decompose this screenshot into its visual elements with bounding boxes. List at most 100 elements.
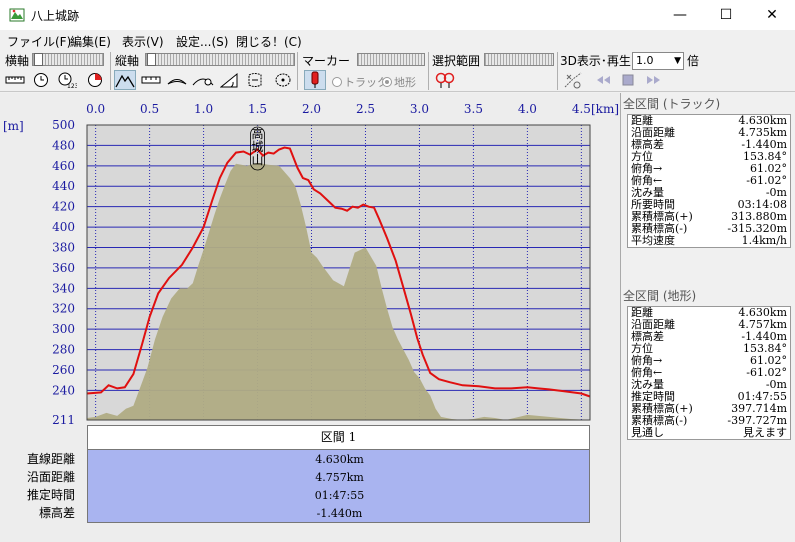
track-section-title: 全区間 (トラック) — [623, 97, 721, 111]
toolbar-separator — [557, 52, 558, 90]
flat-ruler-icon[interactable] — [140, 70, 162, 90]
close-button[interactable]: ✕ — [749, 0, 795, 30]
menu-bar: ファイル(F) 編集(E) 表示(V) 設定...(S) 閉じる！(C) — [0, 30, 795, 50]
x-tick-label: 1.0 — [194, 102, 213, 116]
marker-slider[interactable] — [357, 53, 425, 66]
rewind-icon[interactable] — [592, 70, 614, 90]
arc-ruler-icon[interactable] — [166, 70, 188, 90]
summary-header[interactable]: 区間 1 — [87, 425, 590, 450]
tate-slider-knob[interactable] — [147, 53, 156, 66]
x-tick-label: 4.0 — [518, 102, 537, 116]
fast-forward-icon[interactable] — [643, 70, 665, 90]
clock-icon[interactable] — [30, 70, 52, 90]
menu-close[interactable]: 閉じる！(C) — [236, 33, 302, 50]
clock-123-icon[interactable]: 123 — [56, 70, 78, 90]
y-tick-label: 440 — [52, 179, 75, 193]
stat-key: 見通し — [631, 426, 664, 439]
3d-path-icon[interactable] — [562, 70, 584, 90]
ruler-icon[interactable] — [4, 70, 26, 90]
summary-label-direct: 直線距離 — [26, 452, 75, 466]
view3d-label: 3D表示･再生 — [560, 54, 631, 68]
yoko-slider-knob[interactable] — [34, 53, 43, 66]
selection-slider[interactable] — [484, 53, 554, 66]
y-tick-label: 480 — [52, 138, 75, 152]
y-tick-label: 420 — [52, 200, 75, 214]
tate-axis-label: 縦軸 — [115, 54, 140, 68]
marker-label: マーカー — [302, 54, 351, 68]
minimize-button[interactable]: — — [657, 0, 703, 30]
radio-terrain-label: 地形 — [394, 76, 416, 89]
y-tick-label: 260 — [52, 363, 75, 377]
y-tick-label: 400 — [52, 220, 75, 234]
app-icon — [9, 8, 25, 22]
x-tick-label: 0.0 — [86, 102, 105, 116]
toolbar-separator — [428, 52, 429, 90]
y-tick-label: 320 — [52, 302, 75, 316]
track-stats-table: 距離 4.630km 沿面距離 4.735km 標高差 -1.440m 方位 153.84° 俯… — [627, 114, 791, 248]
yoko-axis-label: 横軸 — [5, 54, 30, 68]
x-tick-label: 4.5 — [572, 102, 591, 116]
dotted-bracket-icon[interactable] — [244, 70, 266, 90]
x-tick-label: 3.0 — [410, 102, 429, 116]
toolbar-separator — [297, 52, 298, 90]
pie-clock-icon[interactable] — [84, 70, 106, 90]
stats-panel: 全区間 (トラック) 距離 4.630km 沿面距離 4.735km 標高差 -1.440… — [620, 93, 795, 542]
menu-view[interactable]: 表示(V) — [122, 33, 164, 50]
stat-row: 平均速度 1.4km/h — [628, 235, 790, 247]
y-tick-label: 380 — [52, 240, 75, 254]
summary-label-elev: 標高差 — [38, 506, 75, 520]
y-tick-label: 340 — [52, 281, 75, 295]
maximize-button[interactable]: ☐ — [703, 0, 749, 30]
y-tick-label: 500 — [52, 118, 75, 132]
stop-icon[interactable] — [617, 70, 639, 90]
tate-slider[interactable] — [145, 53, 295, 66]
y-tick-label: 300 — [52, 322, 75, 336]
marker-pin-icon[interactable] — [304, 70, 326, 90]
speed-value: 1.0 — [636, 54, 654, 67]
stat-row: 見通し 見えます — [628, 427, 790, 439]
x-tick-label: 3.5 — [464, 102, 483, 116]
summary-label-time: 推定時間 — [26, 488, 75, 502]
dotted-ellipse-icon[interactable] — [272, 70, 294, 90]
y-tick-labels: 500 480 460 440 420 400 380 360 340 320 300 280 260 2… — [52, 118, 75, 427]
menu-file[interactable]: ファイル(F) — [7, 33, 71, 50]
summary-value-direct: 4.630km — [315, 453, 364, 466]
summit-marker[interactable]: 高城山 — [250, 126, 265, 171]
mountain-profile-icon[interactable] — [114, 70, 136, 90]
range-markers-icon[interactable] — [434, 70, 456, 90]
menu-settings[interactable]: 設定...(S) — [176, 33, 228, 50]
svg-text:123: 123 — [67, 83, 77, 89]
x-tick-label: 2.0 — [302, 102, 321, 116]
summit-label-char: 山 — [252, 153, 264, 167]
summary-panel: 区間 1 4.630km 4.757km 01:47:55 -1.440m — [87, 425, 590, 523]
x-axis-unit: [km] — [591, 102, 619, 116]
y-axis-unit: [m] — [3, 119, 24, 133]
x-tick-label: 2.5 — [356, 102, 375, 116]
stat-value: 1.4km/h — [741, 234, 787, 247]
arc-dial-icon[interactable] — [192, 70, 214, 90]
y-tick-label: 211 — [52, 413, 75, 427]
speed-select[interactable]: 1.0 ▼ — [632, 52, 684, 70]
x-tick-labels: 0.0 0.5 1.0 1.5 2.0 2.5 3.0 3.5 4.0 4.5 — [86, 102, 591, 116]
selection-range-label: 選択範囲 — [432, 54, 481, 68]
radio-terrain[interactable]: 地形 — [382, 74, 416, 90]
stat-value: 見えます — [743, 426, 787, 439]
x-tick-label: 1.5 — [248, 102, 267, 116]
y-tick-label: 280 — [52, 343, 75, 357]
x-tick-label: 0.5 — [140, 102, 159, 116]
y-tick-label: 460 — [52, 159, 75, 173]
y-tick-label: 360 — [52, 261, 75, 275]
summary-value-elev: -1.440m — [316, 507, 363, 520]
terrain-section-title: 全区間 (地形) — [623, 289, 697, 303]
slope-icon[interactable] — [218, 70, 240, 90]
toolbar-separator — [110, 52, 111, 90]
summit-label-char: 城 — [252, 140, 264, 154]
terrain-stats-table: 距離 4.630km 沿面距離 4.757km 標高差 -1.440m 方位 153.84° 俯… — [627, 306, 791, 440]
stat-key: 平均速度 — [631, 234, 675, 247]
summary-body: 4.630km 4.757km 01:47:55 -1.440m — [87, 450, 590, 523]
y-tick-label: 240 — [52, 383, 75, 397]
summary-label-surface: 沿面距離 — [26, 470, 75, 484]
radio-track[interactable]: トラック — [332, 74, 388, 90]
menu-edit[interactable]: 編集(E) — [70, 33, 111, 50]
summary-value-time: 01:47:55 — [314, 489, 365, 502]
